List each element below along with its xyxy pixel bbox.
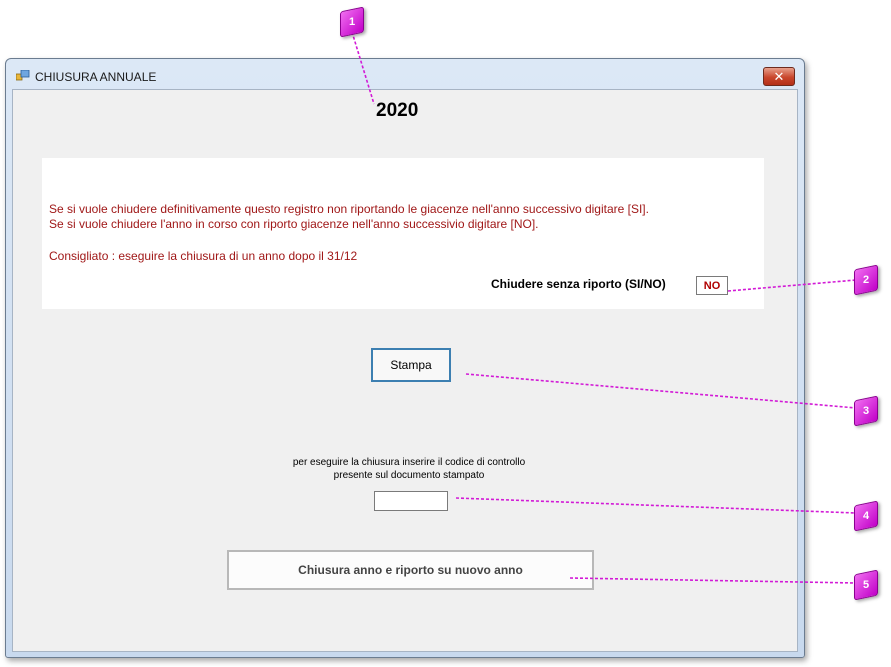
callout-3: 3 bbox=[854, 395, 878, 427]
leader-3 bbox=[465, 373, 857, 409]
leader-2 bbox=[727, 279, 857, 292]
leader-4 bbox=[455, 497, 857, 514]
callout-2: 2 bbox=[854, 264, 878, 296]
callout-leaders bbox=[351, 31, 857, 584]
leader-1 bbox=[351, 31, 375, 105]
leader-5 bbox=[569, 577, 857, 584]
callout-5: 5 bbox=[854, 569, 878, 601]
callout-1: 1 bbox=[340, 6, 364, 38]
callout-4: 4 bbox=[854, 500, 878, 532]
screenshot: CHIUSURA ANNUALE ✕ 2020 Se si vuole chiu… bbox=[0, 0, 891, 667]
